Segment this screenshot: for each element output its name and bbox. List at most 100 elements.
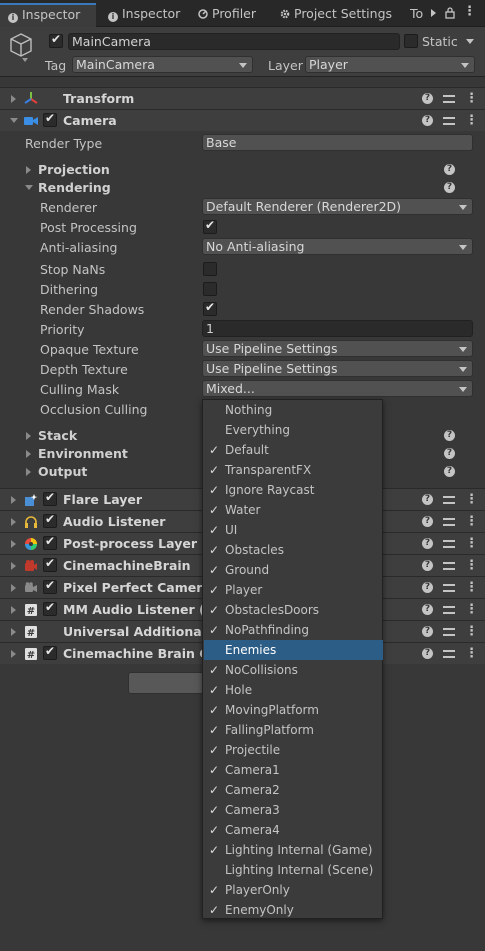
- culling-mask-option[interactable]: ✓ Projectile: [204, 740, 383, 760]
- presets-icon[interactable]: [443, 626, 455, 638]
- lock-icon[interactable]: [445, 7, 455, 19]
- foldout-collapsed-icon[interactable]: [11, 540, 16, 548]
- tab-inspector-active[interactable]: i Inspector: [0, 3, 96, 27]
- culling-mask-option[interactable]: ✓ EnemyOnly: [204, 900, 383, 920]
- presets-icon[interactable]: [443, 582, 455, 594]
- culling-mask-option[interactable]: ✓ NoPathfinding: [204, 620, 383, 640]
- presets-icon[interactable]: [443, 538, 455, 550]
- culling-mask-option[interactable]: ✓ Camera4: [204, 820, 383, 840]
- culling-mask-option[interactable]: ✓ Water: [204, 500, 383, 520]
- enabled-checkbox[interactable]: ✔: [43, 578, 57, 594]
- enabled-checkbox[interactable]: ✔: [43, 534, 57, 550]
- culling-mask-dropdown[interactable]: Mixed...: [202, 380, 473, 397]
- component-transform[interactable]: Transform ? ⋮: [0, 87, 485, 109]
- enabled-checkbox[interactable]: ✔: [43, 600, 57, 616]
- help-icon[interactable]: ?: [444, 164, 455, 175]
- foldout-collapsed-icon[interactable]: [26, 468, 31, 476]
- foldout-collapsed-icon[interactable]: [11, 518, 16, 526]
- help-icon[interactable]: ?: [422, 626, 433, 637]
- presets-icon[interactable]: [443, 560, 455, 572]
- environment-foldout[interactable]: Environment: [38, 446, 128, 461]
- tab-profiler[interactable]: Profiler: [190, 3, 272, 27]
- help-icon[interactable]: ?: [422, 516, 433, 527]
- component-menu-kebab-icon[interactable]: ⋮: [465, 92, 478, 105]
- active-checkbox[interactable]: ✔: [49, 32, 63, 48]
- culling-mask-option[interactable]: ✓ MovingPlatform: [204, 700, 383, 720]
- help-icon[interactable]: ?: [422, 604, 433, 615]
- component-menu-kebab-icon[interactable]: ⋮: [465, 603, 478, 616]
- culling-mask-option[interactable]: ✓ Camera1: [204, 760, 383, 780]
- tab-scroll-right-icon[interactable]: [431, 9, 436, 17]
- presets-icon[interactable]: [443, 494, 455, 506]
- help-icon[interactable]: ?: [422, 93, 433, 104]
- enabled-checkbox[interactable]: ✔: [43, 490, 57, 506]
- renderer-dropdown[interactable]: Default Renderer (Renderer2D): [202, 198, 473, 215]
- opaque-texture-dropdown[interactable]: Use Pipeline Settings: [202, 340, 473, 357]
- depth-texture-dropdown[interactable]: Use Pipeline Settings: [202, 360, 473, 377]
- tab-menu-kebab-icon[interactable]: ⋮: [463, 5, 476, 18]
- culling-mask-option[interactable]: ✓ Ignore Raycast: [204, 480, 383, 500]
- enabled-checkbox[interactable]: ✔: [43, 512, 57, 528]
- culling-mask-option[interactable]: ✓ PlayerOnly: [204, 880, 383, 900]
- help-icon[interactable]: ?: [422, 494, 433, 505]
- icon-dropdown-icon[interactable]: [22, 58, 28, 62]
- tab-inspector[interactable]: i Inspector: [100, 3, 188, 27]
- layer-dropdown[interactable]: Player: [305, 56, 475, 73]
- help-icon[interactable]: ?: [422, 648, 433, 659]
- tab-project-settings[interactable]: Project Settings: [272, 3, 402, 27]
- stop-nans-checkbox[interactable]: [203, 262, 217, 276]
- component-menu-kebab-icon[interactable]: ⋮: [465, 515, 478, 528]
- object-name-input[interactable]: MainCamera: [68, 33, 400, 50]
- help-icon[interactable]: ?: [444, 182, 455, 193]
- projection-foldout[interactable]: Projection: [38, 162, 110, 177]
- culling-mask-option[interactable]: ✓ Player: [204, 580, 383, 600]
- culling-mask-option[interactable]: ✓ TransparentFX: [204, 460, 383, 480]
- component-camera[interactable]: ✔ Camera ? ⋮: [0, 109, 485, 131]
- culling-mask-option[interactable]: ✓ Default: [204, 440, 383, 460]
- static-dropdown-icon[interactable]: [466, 39, 474, 44]
- static-checkbox[interactable]: [404, 34, 418, 48]
- component-menu-kebab-icon[interactable]: ⋮: [465, 559, 478, 572]
- foldout-collapsed-icon[interactable]: [26, 432, 31, 440]
- culling-mask-option[interactable]: ✓ Camera2: [204, 780, 383, 800]
- culling-mask-option[interactable]: Enemies: [204, 640, 383, 660]
- culling-mask-option[interactable]: Lighting Internal (Scene): [204, 860, 383, 880]
- foldout-collapsed-icon[interactable]: [11, 584, 16, 592]
- culling-mask-option[interactable]: ✓ NoCollisions: [204, 660, 383, 680]
- foldout-collapsed-icon[interactable]: [11, 562, 16, 570]
- foldout-collapsed-icon[interactable]: [26, 450, 31, 458]
- culling-mask-option[interactable]: ✓ Obstacles: [204, 540, 383, 560]
- dithering-checkbox[interactable]: [203, 282, 217, 296]
- tab-overflow[interactable]: To: [410, 3, 430, 27]
- component-menu-kebab-icon[interactable]: ⋮: [465, 581, 478, 594]
- culling-mask-option[interactable]: Everything: [204, 420, 383, 440]
- help-icon[interactable]: ?: [422, 538, 433, 549]
- anti-aliasing-dropdown[interactable]: No Anti-aliasing: [202, 238, 473, 255]
- component-menu-kebab-icon[interactable]: ⋮: [465, 625, 478, 638]
- stack-foldout[interactable]: Stack: [38, 428, 77, 443]
- foldout-collapsed-icon[interactable]: [26, 166, 31, 174]
- foldout-expanded-icon[interactable]: [10, 118, 18, 123]
- culling-mask-option[interactable]: ✓ ObstaclesDoors: [204, 600, 383, 620]
- culling-mask-option[interactable]: ✓ Camera3: [204, 800, 383, 820]
- rendering-foldout[interactable]: Rendering: [38, 180, 111, 195]
- foldout-collapsed-icon[interactable]: [11, 496, 16, 504]
- output-foldout[interactable]: Output: [38, 464, 87, 479]
- foldout-collapsed-icon[interactable]: [11, 606, 16, 614]
- presets-icon[interactable]: [443, 516, 455, 528]
- render-type-dropdown[interactable]: Base: [202, 134, 473, 151]
- culling-mask-option[interactable]: ✓ UI: [204, 520, 383, 540]
- component-menu-kebab-icon[interactable]: ⋮: [465, 647, 478, 660]
- enabled-checkbox[interactable]: ✔: [43, 556, 57, 572]
- post-processing-checkbox[interactable]: ✔: [203, 218, 217, 234]
- culling-mask-option[interactable]: ✓ Hole: [204, 680, 383, 700]
- enabled-checkbox[interactable]: ✔: [43, 111, 57, 127]
- culling-mask-option[interactable]: ✓ Lighting Internal (Game): [204, 840, 383, 860]
- component-menu-kebab-icon[interactable]: ⋮: [465, 493, 478, 506]
- presets-icon[interactable]: [443, 648, 455, 660]
- help-icon[interactable]: ?: [422, 115, 433, 126]
- priority-input[interactable]: 1: [202, 320, 473, 337]
- presets-icon[interactable]: [443, 115, 455, 127]
- foldout-expanded-icon[interactable]: [25, 185, 33, 190]
- presets-icon[interactable]: [443, 604, 455, 616]
